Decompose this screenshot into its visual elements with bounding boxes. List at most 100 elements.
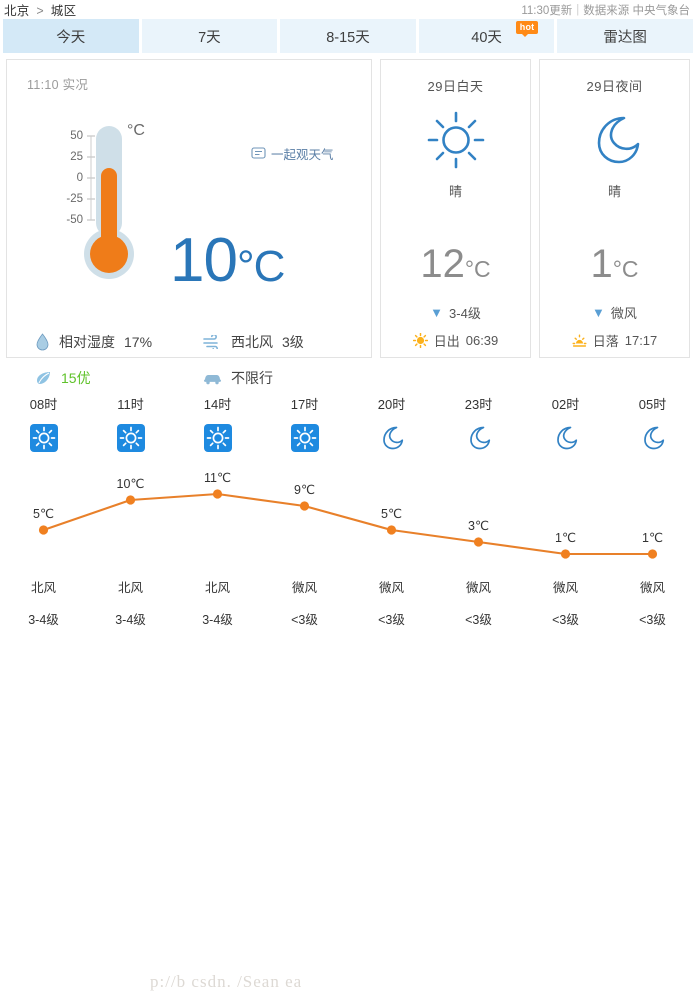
sun-icon [427,111,484,169]
tab-today[interactable]: 今天 [3,19,139,53]
details-row-1: 相对湿度 17% 西北风 3级 [35,332,355,352]
hour-time: 23时 [464,397,493,412]
tab-radar-label: 雷达图 [603,29,647,46]
hourly-forecast-panel: 08时 11时 14时 17时 20时 23时 02时 05时 5℃ 10℃ 1… [0,372,696,991]
chart-point[interactable] [560,549,571,559]
chart-point-label: 10℃ [116,477,145,491]
hour-col-7[interactable]: 05时 [609,372,696,458]
wind-col-2: 北风 3-4级 [174,577,261,628]
hour-icon-wrap [609,418,696,458]
forecast-day-temp-value: 12 [420,242,465,286]
tab-bar: 今天 7天 8-15天 40天 hot 雷达图 [0,19,696,53]
hour-col-5[interactable]: 23时 [435,372,522,458]
tab-8-15day[interactable]: 8-15天 [280,19,416,53]
hour-icon-wrap [87,418,174,458]
breadcrumb-separator: > [36,4,44,18]
watermark-text: p://b csdn. /Sean ea [150,972,303,991]
header-meta: 11:30更新 | 数据来源 中央气象台 [521,2,690,18]
cards-row: 11:10 实况 50 25 0 -25 -50 °C 一起观天气 10°C 相… [0,53,696,386]
sun-box-icon [29,424,58,452]
forecast-night-wind-label: 微风 [610,306,637,321]
moon-icon [643,426,664,450]
hourly-time-row: 08时 11时 14时 17时 20时 23时 02时 05时 [0,372,696,458]
wind-direction: 西北风 [231,334,273,350]
update-time: 11:30更新 [521,4,573,17]
chart-point[interactable] [299,501,310,511]
hour-time: 14时 [203,397,232,412]
chart-point[interactable] [212,489,223,499]
wind-direction: 北风 [117,581,143,595]
breadcrumb-district[interactable]: 城区 [51,4,77,18]
tab-8-15day-label: 8-15天 [326,29,370,46]
hour-col-2[interactable]: 14时 [174,372,261,458]
speech-bubble-icon [251,147,266,159]
hourly-wind-rows: 北风 3-4级 北风 3-4级 北风 3-4级 微风 <3级 微风 <3级 微风… [0,577,696,628]
chart-point-label: 11℃ [203,471,232,485]
hour-col-4[interactable]: 20时 [348,372,435,458]
chart-point[interactable] [125,495,136,505]
wind-level: <3级 [378,613,405,627]
sunrise-icon [412,333,428,348]
data-source: 数据来源 中央气象台 [583,4,690,17]
tab-7day-label: 7天 [198,29,221,46]
tab-radar[interactable]: 雷达图 [557,19,693,53]
moon-icon [382,426,403,450]
wind-level: <3级 [465,613,492,627]
sunrise-label: 日出 [433,334,460,349]
wind-level: 3级 [282,334,304,350]
forecast-card-day: 29日白天 晴 12°C ▼ 3-4级 日出 06:39 [380,59,531,358]
chart-point[interactable] [38,525,49,535]
humidity-item: 相对湿度 17% [35,332,203,352]
top-header-bar: 北京 > 城区 11:30更新 | 数据来源 中央气象台 [0,0,696,19]
hour-col-6[interactable]: 02时 [522,372,609,458]
hour-time: 20时 [377,397,406,412]
humidity-value: 17% [124,334,153,350]
forecast-night-temp-unit: °C [612,256,639,282]
hour-icon-wrap [0,418,87,458]
hour-col-1[interactable]: 11时 [87,372,174,458]
wind-col-7: 微风 <3级 [609,577,696,628]
wind-level: 3-4级 [28,613,59,627]
wind-level: <3级 [639,613,666,627]
tab-40day-label: 40天 [471,29,502,46]
chevron-down-icon: ▼ [592,305,605,320]
forecast-day-sunrise: 日出 06:39 [381,331,530,350]
watch-weather-label: 一起观天气 [271,148,334,162]
wind-direction: 北风 [30,581,56,595]
temperature-line-chart: 5℃ 10℃ 11℃ 9℃ 5℃ 3℃ 1℃ 1℃ [0,471,696,582]
wind-direction: 微风 [465,581,491,595]
chart-line [43,492,653,556]
chart-point[interactable] [386,525,397,535]
forecast-card-night: 29日夜间 晴 1°C ▼ 微风 日落 17:17 [539,59,690,358]
forecast-night-icon-wrap [540,109,689,171]
hour-col-0[interactable]: 08时 [0,372,87,458]
wind-col-0: 北风 3-4级 [0,577,87,628]
hot-badge: hot [515,21,539,37]
watch-weather-link[interactable]: 一起观天气 [251,144,334,163]
chart-point[interactable] [647,549,658,559]
forecast-night-wind: ▼ 微风 [540,303,689,322]
sun-box-icon [116,424,145,452]
forecast-day-temp: 12°C [381,244,530,289]
wind-item: 西北风 3级 [203,332,304,352]
wind-direction-row: 北风 3-4级 北风 3-4级 北风 3-4级 微风 <3级 微风 <3级 微风… [0,577,696,628]
tab-7day[interactable]: 7天 [141,19,278,53]
chart-point-label: 3℃ [468,519,489,533]
wind-col-6: 微风 <3级 [522,577,609,628]
hour-time: 02时 [551,397,580,412]
chart-point[interactable] [473,537,484,547]
hour-time: 05时 [638,397,667,412]
temperature-chart-svg [38,489,658,559]
breadcrumb-city[interactable]: 北京 [4,4,30,18]
wind-col-5: 微风 <3级 [435,577,522,628]
tab-today-label: 今天 [56,29,86,46]
hour-col-3[interactable]: 17时 [261,372,348,458]
moon-icon [597,116,639,164]
wind-direction: 北风 [204,581,230,595]
chart-point-label: 5℃ [33,507,54,521]
observation-time: 11:10 实况 [27,78,89,92]
thermometer-icon [84,126,134,279]
forecast-day-temp-unit: °C [464,256,491,282]
chevron-down-icon: ▼ [430,305,444,320]
tab-40day[interactable]: 40天 hot [418,19,555,53]
